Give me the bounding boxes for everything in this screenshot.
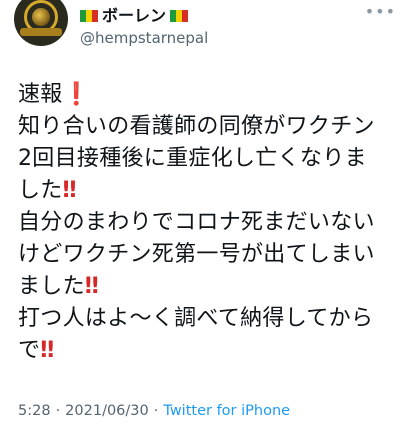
double-exclamation-icon: ‼	[62, 178, 77, 203]
tweet-date[interactable]: 2021/06/30	[65, 403, 149, 419]
tweet-text-line: で‼	[18, 338, 55, 363]
tweet-text-line: 自分のまわりでコロナ死まだいない	[18, 210, 375, 235]
tweet-text-line: けどワクチン死第一号が出てしまい	[18, 242, 375, 267]
author-handle[interactable]: @hempstarnepal	[80, 29, 208, 47]
tweet-text-line: 2回目接種後に重症化し亡くなりま	[18, 146, 367, 171]
separator-dot: ·	[153, 403, 159, 419]
tweet-meta: 5:28 · 2021/06/30 · Twitter for iPhone	[18, 403, 290, 419]
tweet-header: ボーレン @hempstarnepal •••	[0, 0, 410, 62]
exclamation-icon: ❗	[62, 82, 91, 107]
tweet-text: 速報❗ 知り合いの看護師の同僚がワクチン 2回目接種後に重症化し亡くなりま した…	[18, 79, 398, 367]
tweet-source-link[interactable]: Twitter for iPhone	[163, 403, 290, 419]
flag-icon	[80, 10, 98, 22]
avatar-band	[20, 28, 62, 36]
author-name-row[interactable]: ボーレン	[80, 7, 189, 25]
avatar-emblem	[32, 8, 50, 26]
author-display-name[interactable]: ボーレン	[102, 7, 166, 25]
tweet-text-line: 速報❗	[18, 82, 91, 107]
tweet-time[interactable]: 5:28	[18, 403, 51, 419]
separator-dot: ·	[55, 403, 61, 419]
tweet-text-line: 打つ人はよ〜く調べて納得してから	[18, 306, 374, 331]
more-dots-icon[interactable]: •••	[365, 2, 396, 21]
tweet-text-line: 知り合いの看護師の同僚がワクチン	[18, 114, 375, 139]
double-exclamation-icon: ‼	[40, 338, 55, 363]
flag-icon	[170, 10, 189, 22]
avatar[interactable]	[14, 0, 68, 46]
tweet-text-line: した‼	[18, 178, 77, 203]
tweet-text-line: ました‼	[18, 274, 99, 299]
double-exclamation-icon: ‼	[84, 274, 99, 299]
